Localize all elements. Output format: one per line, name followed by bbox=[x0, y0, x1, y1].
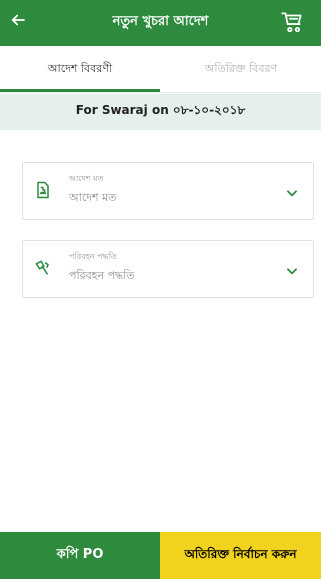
order-for-banner: For Swaraj on ০৮-১০-২০১৮ bbox=[0, 94, 321, 130]
order-type-dropdown[interactable]: আদেশ মত আদেশ মত bbox=[22, 162, 314, 220]
transport-method-value: পরিবহন পদ্ধতি bbox=[69, 269, 135, 282]
transport-method-label: পরিবহন পদ্ধতি bbox=[69, 252, 117, 261]
order-type-value: আদেশ মত bbox=[69, 191, 117, 204]
tab-additional-details[interactable]: অতিরিক্ত বিবরণ bbox=[161, 46, 321, 92]
tab-label: আদেশ বিবরণী bbox=[47, 61, 113, 75]
active-tab-indicator bbox=[0, 89, 160, 92]
order-type-label: আদেশ মত bbox=[69, 174, 104, 183]
extra-select-button[interactable]: অতিরিক্ত নির্বাচন করুন bbox=[160, 532, 321, 579]
order-document-icon bbox=[33, 180, 53, 200]
app-bar: নতুন খুচরা আদেশ bbox=[0, 0, 321, 46]
cart-icon[interactable] bbox=[279, 9, 305, 35]
tab-order-details[interactable]: আদেশ বিবরণী bbox=[0, 46, 160, 92]
chevron-down-icon bbox=[285, 263, 299, 277]
tab-bar: আদেশ বিবরণী অতিরিক্ত বিবরণ bbox=[0, 46, 321, 93]
fuel-pump-icon bbox=[33, 258, 53, 278]
transport-method-dropdown[interactable]: পরিবহন পদ্ধতি পরিবহন পদ্ধতি bbox=[22, 240, 314, 298]
tab-label: অতিরিক্ত বিবরণ bbox=[204, 61, 278, 75]
bottom-action-bar: কপি PO অতিরিক্ত নির্বাচন করুন bbox=[0, 532, 321, 579]
copy-po-button[interactable]: কপি PO bbox=[0, 532, 160, 579]
page-title: নতুন খুচরা আদেশ bbox=[112, 14, 209, 29]
chevron-down-icon bbox=[285, 185, 299, 199]
